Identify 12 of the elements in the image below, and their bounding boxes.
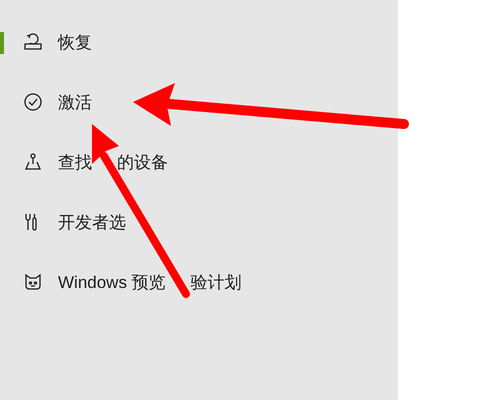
checkmark-circle-icon — [24, 93, 42, 111]
nav-label[interactable]: 验计划 — [190, 270, 242, 294]
nav-label[interactable]: 的设备 — [117, 150, 168, 174]
cat-icon — [24, 273, 42, 291]
recovery-icon — [24, 33, 42, 51]
nav-label[interactable]: 开发者选 — [58, 210, 126, 234]
nav-label[interactable]: 激活 — [58, 90, 92, 114]
nav-label[interactable]: Windows 预览 — [58, 270, 166, 294]
person-pin-icon — [24, 153, 42, 171]
nav-label[interactable]: 恢复 — [58, 30, 92, 54]
nav-label[interactable]: 查找 — [58, 150, 92, 174]
tools-icon — [24, 213, 38, 231]
